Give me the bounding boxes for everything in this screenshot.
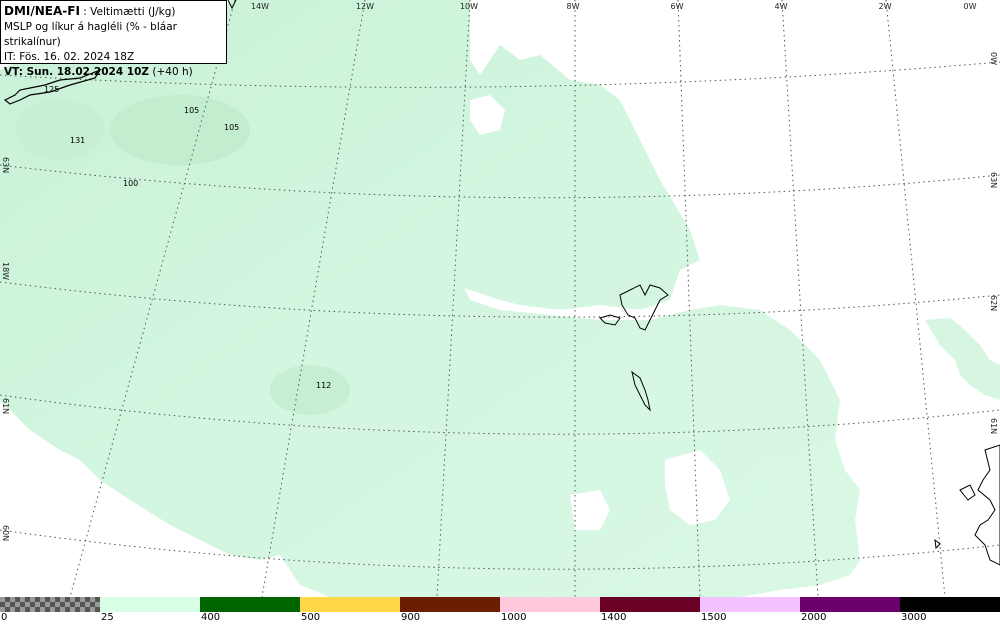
- value-label: 105: [224, 123, 239, 132]
- legend-label: 500: [301, 612, 321, 623]
- legend-label: 25: [101, 612, 114, 623]
- legend-label: 1400: [601, 612, 627, 623]
- lat-label: 60N: [1, 525, 10, 541]
- lon-label: 2W: [879, 2, 892, 11]
- info-line2: MSLP og líkur á hagléli (% - bláar strik…: [4, 21, 177, 48]
- lat-label: 0W: [989, 52, 998, 65]
- cape-dark-patch-3: [15, 100, 105, 160]
- info-vt: VT: Sun. 18.02.2024 10Z: [4, 66, 150, 78]
- lat-label: 63N: [989, 172, 998, 188]
- legend-swatch: [900, 597, 1000, 612]
- map-canvas: 14W 12W 10W 8W 6W 4W 2W 0W 63N 18W 61N 6…: [0, 0, 1000, 597]
- legend-swatch: [100, 597, 200, 612]
- legend-labels: 0 25 400 500 900 1000 1400 1500 2000 3000: [0, 612, 1000, 626]
- lat-label: 61N: [989, 418, 998, 434]
- legend-label: 0: [1, 612, 8, 623]
- lon-label: 12W: [356, 2, 374, 11]
- legend-label: 1000: [501, 612, 527, 623]
- lat-label: 62N: [989, 295, 998, 311]
- lat-label: 61N: [1, 398, 10, 414]
- legend-swatch: [0, 597, 100, 612]
- legend-swatch: [700, 597, 800, 612]
- lat-label: 18W: [1, 262, 10, 280]
- lon-label: 14W: [251, 2, 269, 11]
- lon-label: 8W: [567, 2, 580, 11]
- legend-swatch: [300, 597, 400, 612]
- info-vt-rest: (+40 h): [152, 66, 193, 78]
- value-label: 105: [184, 106, 199, 115]
- legend-label: 3000: [901, 612, 927, 623]
- cape-dark-patch-2: [270, 365, 350, 415]
- info-title: DMI/NEA-FI: [4, 4, 80, 18]
- color-legend: [0, 597, 1000, 612]
- legend-swatch: [800, 597, 900, 612]
- legend-label: 900: [401, 612, 421, 623]
- legend-swatch: [500, 597, 600, 612]
- info-box: DMI/NEA-FI : Veltimætti (J/kg) MSLP og l…: [0, 0, 227, 78]
- value-label: 131: [70, 136, 85, 145]
- lon-label: 0W: [964, 2, 977, 11]
- value-label: 100: [123, 179, 138, 188]
- value-label: 125: [44, 85, 59, 94]
- info-title-line: DMI/NEA-FI : Veltimætti (J/kg): [4, 4, 223, 20]
- lon-label: 6W: [671, 2, 684, 11]
- legend-swatch: [400, 597, 500, 612]
- info-title-suffix: : Veltimætti (J/kg): [83, 6, 176, 18]
- info-line3: IT: Fös. 16. 02. 2024 18Z: [4, 51, 135, 63]
- legend-swatch: [600, 597, 700, 612]
- info-vt-line: VT: Sun. 18.02.2024 10Z (+40 h): [4, 65, 223, 80]
- value-label: 112: [316, 381, 331, 390]
- lon-label: 10W: [460, 2, 478, 11]
- legend-label: 2000: [801, 612, 827, 623]
- legend-label: 400: [201, 612, 221, 623]
- lat-label: 63N: [1, 157, 10, 173]
- lon-label: 4W: [775, 2, 788, 11]
- legend-label: 1500: [701, 612, 727, 623]
- legend-swatch: [200, 597, 300, 612]
